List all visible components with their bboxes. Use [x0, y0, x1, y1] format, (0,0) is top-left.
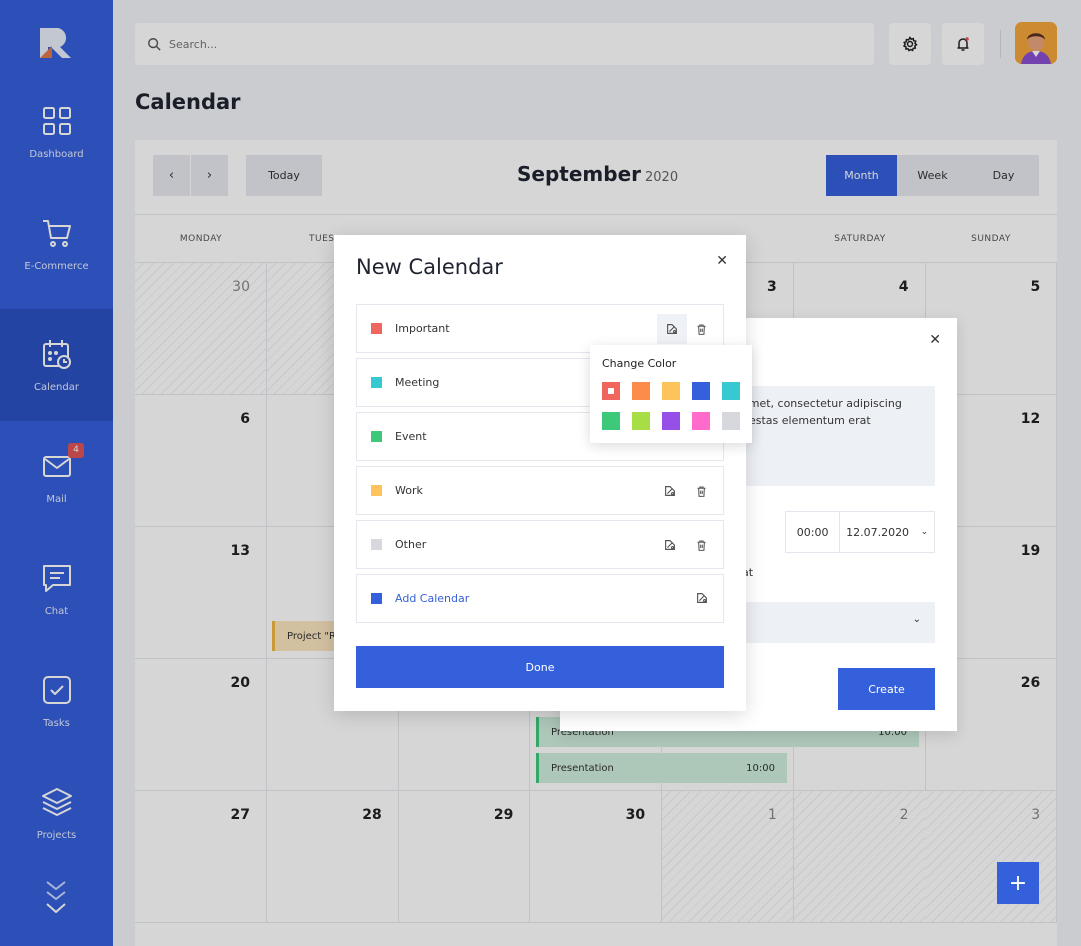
- color-option[interactable]: [602, 412, 620, 430]
- color-option[interactable]: [722, 382, 740, 400]
- plus-icon: +: [1008, 870, 1028, 896]
- calendar-select[interactable]: ⌄: [730, 602, 935, 643]
- popover-title: Change Color: [602, 357, 677, 370]
- palette-icon[interactable]: [663, 483, 679, 499]
- end-time-value: 00:00: [786, 512, 841, 552]
- color-option[interactable]: [722, 412, 740, 430]
- calendar-name: Event: [395, 430, 427, 443]
- color-option[interactable]: [632, 412, 650, 430]
- color-swatch: [371, 431, 382, 442]
- done-button[interactable]: Done: [356, 646, 724, 688]
- close-icon[interactable]: ✕: [716, 253, 728, 269]
- calendar-name: Work: [395, 484, 423, 497]
- color-swatch: [371, 539, 382, 550]
- palette-icon[interactable]: [657, 314, 687, 344]
- end-datetime-field[interactable]: 00:00 12.07.2020 ⌄: [785, 511, 935, 553]
- description-text: amet, consectetur adipiscing gestas elem…: [742, 397, 902, 427]
- chevron-down-icon: ⌄: [920, 527, 929, 537]
- palette-icon[interactable]: [663, 537, 679, 553]
- color-option[interactable]: [602, 382, 620, 400]
- trash-icon[interactable]: [695, 321, 711, 337]
- color-option[interactable]: [692, 382, 710, 400]
- color-option[interactable]: [662, 412, 680, 430]
- add-event-button[interactable]: +: [997, 862, 1039, 904]
- end-date-text: 12.07.2020: [846, 525, 910, 539]
- create-button[interactable]: Create: [838, 668, 935, 710]
- color-swatch: [371, 323, 382, 334]
- calendar-name: Important: [395, 322, 450, 335]
- calendar-name: Meeting: [395, 376, 440, 389]
- color-swatch: [371, 485, 382, 496]
- palette-icon[interactable]: [695, 590, 711, 606]
- color-option[interactable]: [632, 382, 650, 400]
- calendar-row[interactable]: Work: [356, 466, 724, 515]
- add-calendar-row[interactable]: Add Calendar: [356, 574, 724, 623]
- color-swatch: [371, 593, 382, 604]
- close-icon[interactable]: ✕: [929, 332, 941, 348]
- trash-icon[interactable]: [695, 483, 711, 499]
- calendar-name: Add Calendar: [395, 592, 470, 605]
- change-color-popover: Change Color: [590, 345, 752, 443]
- calendar-row[interactable]: Other: [356, 520, 724, 569]
- trash-icon[interactable]: [695, 537, 711, 553]
- event-description-field[interactable]: amet, consectetur adipiscing gestas elem…: [730, 386, 935, 486]
- end-date-value: 12.07.2020 ⌄: [840, 512, 934, 552]
- new-calendar-dialog: New Calendar ✕ Important Meeting Event W…: [334, 235, 746, 711]
- chevron-down-icon: ⌄: [912, 614, 921, 625]
- color-option[interactable]: [662, 382, 680, 400]
- color-option[interactable]: [692, 412, 710, 430]
- calendar-name: Other: [395, 538, 427, 551]
- dialog-title: New Calendar: [356, 255, 503, 279]
- color-swatch: [371, 377, 382, 388]
